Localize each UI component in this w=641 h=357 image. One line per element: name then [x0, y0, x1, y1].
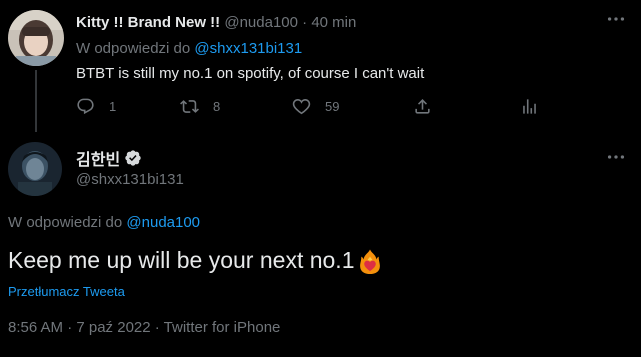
- display-name-text: 김한빈: [76, 152, 121, 169]
- heart-icon: [292, 98, 311, 114]
- more-options-icon[interactable]: [605, 8, 627, 30]
- action-bar: 1 8 59: [72, 94, 552, 118]
- replying-to: W odpowiedzi do @shxx131bi131: [76, 40, 302, 57]
- replying-prefix: W odpowiedzi do: [8, 214, 123, 231]
- replying-to-link[interactable]: @nuda100: [126, 214, 200, 231]
- reply-button[interactable]: 1: [76, 94, 116, 118]
- tweet-text-content: Keep me up will be your next no.1: [8, 247, 355, 273]
- avatar[interactable]: [8, 10, 64, 66]
- translate-tweet-link[interactable]: Przetłumacz Tweeta: [8, 284, 125, 299]
- timestamp[interactable]: 40 min: [311, 14, 356, 31]
- analytics-icon: [523, 98, 536, 114]
- replying-prefix: W odpowiedzi do: [76, 40, 191, 57]
- reply-tweet[interactable]: Kitty !! Brand New !! @nuda100 · 40 min …: [0, 0, 641, 132]
- like-button[interactable]: 59: [292, 94, 339, 118]
- like-count: 59: [325, 98, 340, 114]
- reply-header: Kitty !! Brand New !! @nuda100 · 40 min: [76, 14, 356, 31]
- handle[interactable]: @shxx131bi131: [76, 171, 184, 188]
- handle[interactable]: @nuda100: [224, 14, 298, 31]
- more-options-icon[interactable]: [605, 146, 627, 168]
- display-name[interactable]: 김한빈: [76, 146, 142, 170]
- tweet-text: Keep me up will be your next no.1: [8, 247, 383, 274]
- reply-icon: [77, 98, 94, 114]
- retweet-icon: [180, 99, 199, 113]
- retweet-button[interactable]: 8: [180, 94, 220, 118]
- tweet-meta[interactable]: 8:56 AM · 7 paź 2022 · Twitter for iPhon…: [8, 319, 280, 336]
- display-name[interactable]: Kitty !! Brand New !!: [76, 14, 220, 31]
- replying-to: W odpowiedzi do @nuda100: [8, 214, 200, 231]
- tweet-text: BTBT is still my no.1 on spotify, of cou…: [76, 65, 425, 82]
- retweet-count: 8: [213, 98, 221, 114]
- main-tweet: 김한빈 @shxx131bi131 W odpowiedzi do @nuda1…: [0, 130, 641, 357]
- reply-count: 1: [109, 98, 117, 114]
- thread-line: [35, 70, 37, 132]
- analytics-button[interactable]: [520, 94, 539, 118]
- share-icon: [415, 98, 430, 114]
- replying-to-link[interactable]: @shxx131bi131: [194, 40, 302, 57]
- share-button[interactable]: [413, 94, 432, 118]
- fire-heart-emoji-icon: [360, 248, 381, 274]
- avatar[interactable]: [8, 142, 62, 196]
- separator: ·: [302, 14, 308, 31]
- verified-badge-icon: [125, 150, 141, 166]
